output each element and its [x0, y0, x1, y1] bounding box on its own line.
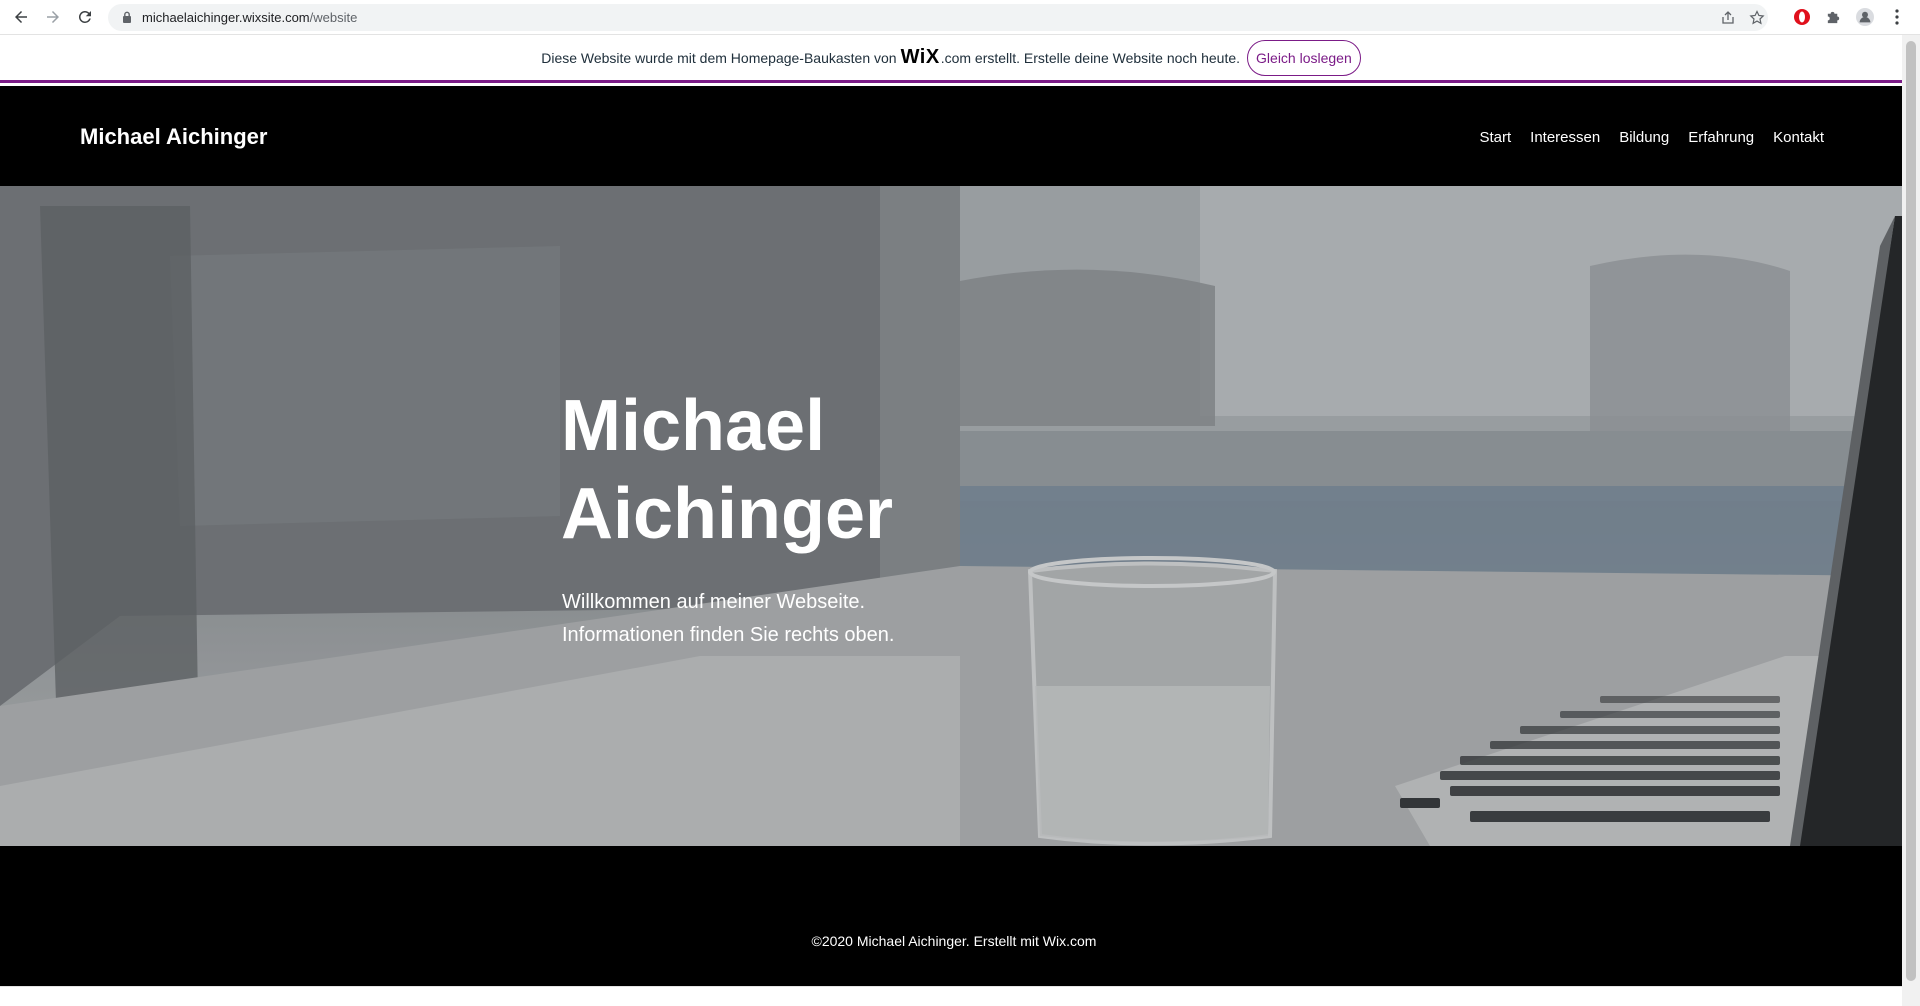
puzzle-icon[interactable] — [1824, 8, 1842, 26]
url-path: /website — [309, 10, 358, 25]
nav-item-kontakt[interactable]: Kontakt — [1773, 129, 1824, 146]
hero-title: Michael Aichinger — [561, 382, 1081, 558]
url-text: michaelaichinger.wixsite.com/website — [142, 10, 357, 25]
banner-text-before: Diese Website wurde mit dem Homepage-Bau… — [541, 49, 897, 66]
address-bar[interactable]: michaelaichinger.wixsite.com/website — [108, 4, 1768, 31]
lock-icon — [123, 11, 131, 23]
browser-toolbar: michaelaichinger.wixsite.com/website — [0, 0, 1920, 35]
share-icon[interactable] — [1720, 10, 1736, 26]
star-icon[interactable] — [1749, 10, 1765, 26]
hero-subtitle-line1: Willkommen auf meiner Webseite. — [562, 591, 866, 613]
reload-icon[interactable] — [74, 6, 96, 28]
hero-title-line1: Michael — [561, 386, 826, 466]
nav-item-bildung[interactable]: Bildung — [1619, 129, 1669, 146]
scrollbar-thumb[interactable] — [1906, 41, 1916, 981]
kebab-menu-icon[interactable] — [1888, 8, 1906, 26]
hero-subtitle-line2: Informationen finden Sie rechts oben. — [562, 624, 895, 646]
opera-icon[interactable] — [1793, 8, 1811, 26]
vertical-scrollbar[interactable] — [1902, 35, 1920, 1006]
wix-logo[interactable]: WiX — [901, 46, 940, 69]
nav-item-start[interactable]: Start — [1479, 129, 1511, 146]
wix-promo-banner: Diese Website wurde mit dem Homepage-Bau… — [0, 35, 1902, 83]
forward-arrow-icon[interactable] — [42, 6, 64, 28]
hero-subtitle: Willkommen auf meiner Webseite. Informat… — [562, 586, 1082, 652]
back-arrow-icon[interactable] — [10, 6, 32, 28]
site-header: Michael Aichinger Start Interessen Bildu… — [0, 86, 1902, 186]
hero-section: Michael Aichinger Willkommen auf meiner … — [0, 186, 1902, 846]
main-nav: Start Interessen Bildung Erfahrung Konta… — [1479, 129, 1824, 146]
nav-item-interessen[interactable]: Interessen — [1530, 129, 1600, 146]
url-host: michaelaichinger.wixsite.com — [142, 10, 310, 25]
nav-item-erfahrung[interactable]: Erfahrung — [1688, 129, 1754, 146]
banner-text-after: .com erstellt. Erstelle deine Website no… — [940, 49, 1241, 66]
hero-title-line2: Aichinger — [561, 474, 894, 554]
get-started-button[interactable]: Gleich loslegen — [1247, 39, 1361, 76]
site-title[interactable]: Michael Aichinger — [80, 124, 267, 150]
site-footer: ©2020 Michael Aichinger. Erstellt mit Wi… — [0, 846, 1902, 986]
footer-copyright: ©2020 Michael Aichinger. Erstellt mit Wi… — [811, 933, 1097, 949]
profile-icon[interactable] — [1856, 8, 1874, 26]
page-bottom-strip — [0, 986, 1902, 1006]
